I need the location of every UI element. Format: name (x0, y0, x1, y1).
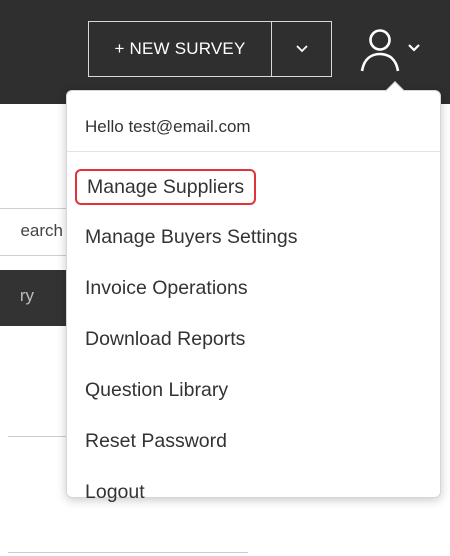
search-input[interactable]: earch (0, 208, 68, 256)
menu-divider (67, 151, 440, 152)
menu-item-logout[interactable]: Logout (85, 474, 145, 510)
menu-item-invoice-operations[interactable]: Invoice Operations (85, 270, 248, 306)
app-screen: + NEW SURVEY earch ry Hello test@email.c (0, 0, 450, 556)
background-divider (8, 436, 68, 437)
user-menu-button[interactable] (360, 24, 432, 76)
new-survey-button[interactable]: + NEW SURVEY (89, 22, 272, 76)
new-survey-split-button: + NEW SURVEY (88, 21, 332, 77)
background-tab-label: ry (19, 286, 34, 305)
search-placeholder: earch (20, 221, 63, 240)
user-greeting: Hello test@email.com (85, 117, 251, 136)
menu-item-manage-buyers-settings[interactable]: Manage Buyers Settings (85, 219, 297, 255)
user-dropdown-menu: Hello test@email.com Manage Suppliers Ma… (66, 81, 441, 503)
chevron-down-icon (295, 45, 308, 53)
top-header-bar: + NEW SURVEY (0, 0, 450, 104)
new-survey-options-button[interactable] (272, 22, 331, 76)
menu-item-manage-suppliers[interactable]: Manage Suppliers (75, 169, 257, 205)
menu-item-question-library[interactable]: Question Library (85, 372, 228, 408)
background-divider-bottom (8, 552, 248, 553)
background-tab[interactable]: ry (0, 270, 68, 326)
menu-item-download-reports[interactable]: Download Reports (85, 321, 245, 357)
chevron-down-icon (408, 44, 420, 52)
menu-item-reset-password[interactable]: Reset Password (85, 423, 227, 459)
user-icon (360, 29, 400, 72)
